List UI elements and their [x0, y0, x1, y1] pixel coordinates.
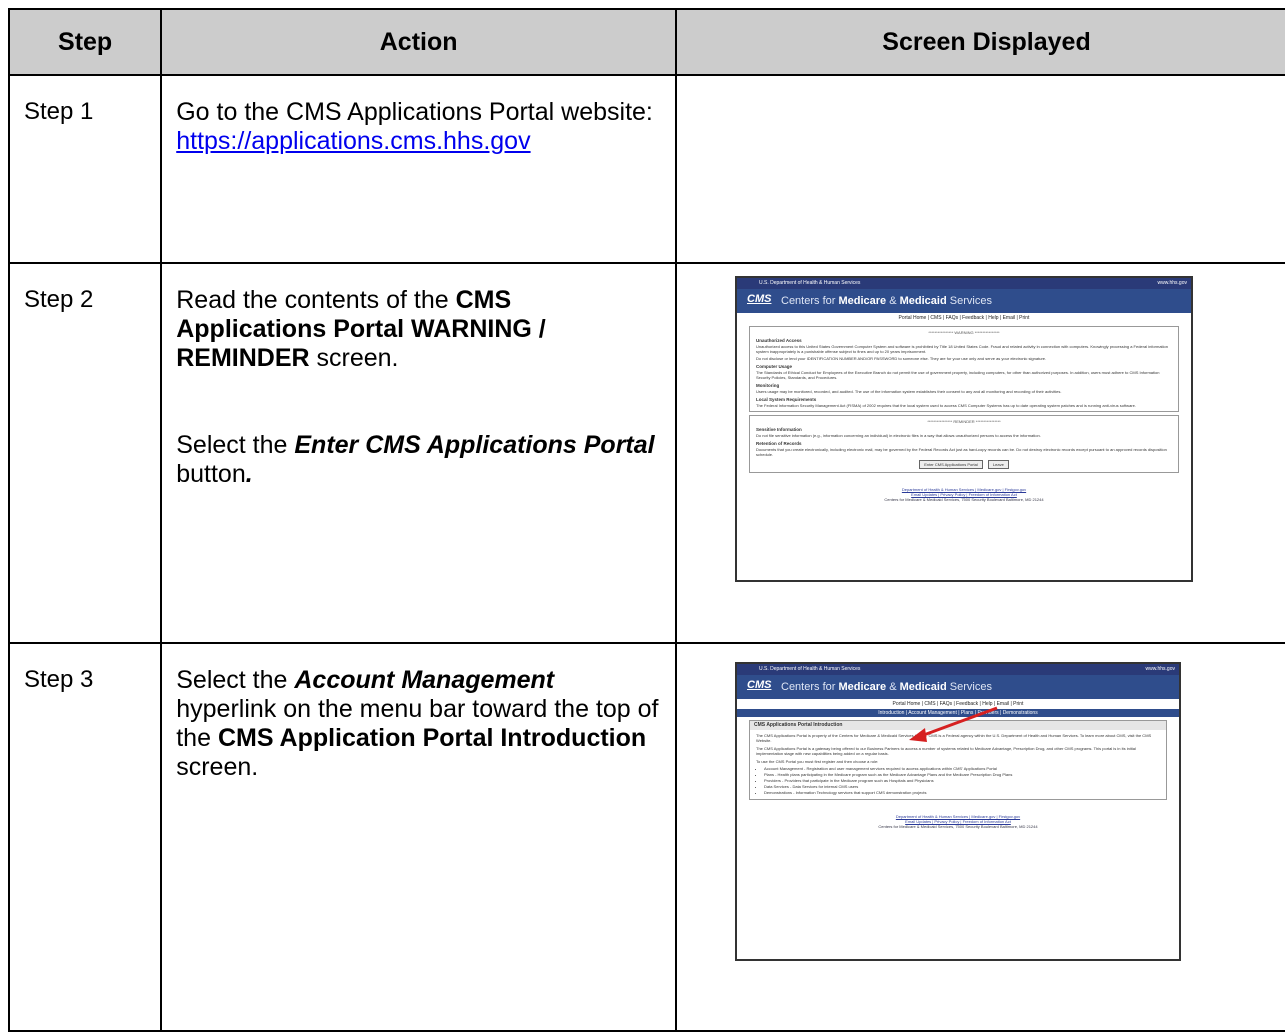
hhs-label: U.S. Department of Health & Human Servic…: [759, 666, 861, 672]
screenshot-footer: Department of Health & Human Services | …: [884, 487, 1044, 502]
action-text: screen.: [309, 344, 399, 372]
step-label: Step 2: [7, 262, 163, 644]
step-label: Step 1: [7, 74, 163, 264]
action-text: Read the contents of the: [176, 286, 456, 314]
action-cell: Select the Account Management hyperlink …: [160, 642, 678, 1032]
action-text: .: [245, 460, 253, 488]
cms-logo: CMS: [747, 679, 772, 691]
screen-cell-empty: [675, 74, 1285, 264]
warning-box: **************** WARNING ***************…: [749, 326, 1179, 412]
portal-nav: Portal Home | CMS | FAQs | Feedback | He…: [898, 315, 1030, 321]
hhs-label: U.S. Department of Health & Human Servic…: [759, 280, 861, 286]
action-cell: Go to the CMS Applications Portal websit…: [160, 74, 678, 264]
header-step: Step: [7, 8, 163, 76]
action-cell: Read the contents of the CMS Application…: [160, 262, 678, 644]
header-screen: Screen Displayed: [675, 8, 1285, 76]
header-action: Action: [160, 8, 678, 76]
table-row: Step 1 Go to the CMS Applications Portal…: [7, 74, 1285, 264]
button-name: Enter CMS Applications Portal: [294, 431, 655, 459]
header-row: Step Action Screen Displayed: [7, 8, 1285, 76]
warning-screen-screenshot: U.S. Department of Health & Human Servic…: [735, 276, 1193, 582]
cms-banner: CMS Centers for Medicare & Medicaid Serv…: [737, 289, 1191, 313]
screen-name: CMS Application Portal Introduction: [217, 724, 647, 752]
action-text: Select the: [176, 431, 295, 459]
portal-url-link[interactable]: https://applications.cms.hhs.gov: [176, 127, 530, 155]
action-text: Select the: [176, 666, 295, 694]
cms-title: Centers for Medicare & Medicaid Services: [781, 681, 992, 693]
action-text: Go to the CMS Applications Portal websit…: [176, 98, 653, 126]
red-arrow-icon: [909, 706, 998, 742]
hhs-bar: U.S. Department of Health & Human Servic…: [737, 664, 1179, 675]
link-name: Account Management: [294, 666, 555, 694]
hhs-bar: U.S. Department of Health & Human Servic…: [737, 278, 1191, 289]
reminder-box: **************** REMINDER **************…: [749, 415, 1179, 473]
cms-logo: CMS: [747, 293, 772, 305]
screenshot-footer: Department of Health & Human Services | …: [878, 814, 1038, 829]
leave-button: Leave: [987, 460, 1009, 469]
introduction-screen-screenshot: U.S. Department of Health & Human Servic…: [735, 662, 1181, 961]
action-text: screen.: [176, 753, 259, 781]
hhs-url: www.hhs.gov: [1145, 666, 1175, 672]
cms-title: Centers for Medicare & Medicaid Services: [781, 295, 992, 307]
enter-portal-button: Enter CMS Applications Portal: [919, 460, 983, 469]
cms-banner: CMS Centers for Medicare & Medicaid Serv…: [737, 675, 1179, 699]
hhs-url: www.hhs.gov: [1157, 280, 1187, 286]
step-label: Step 3: [7, 642, 163, 1032]
action-text: button: [176, 460, 246, 488]
